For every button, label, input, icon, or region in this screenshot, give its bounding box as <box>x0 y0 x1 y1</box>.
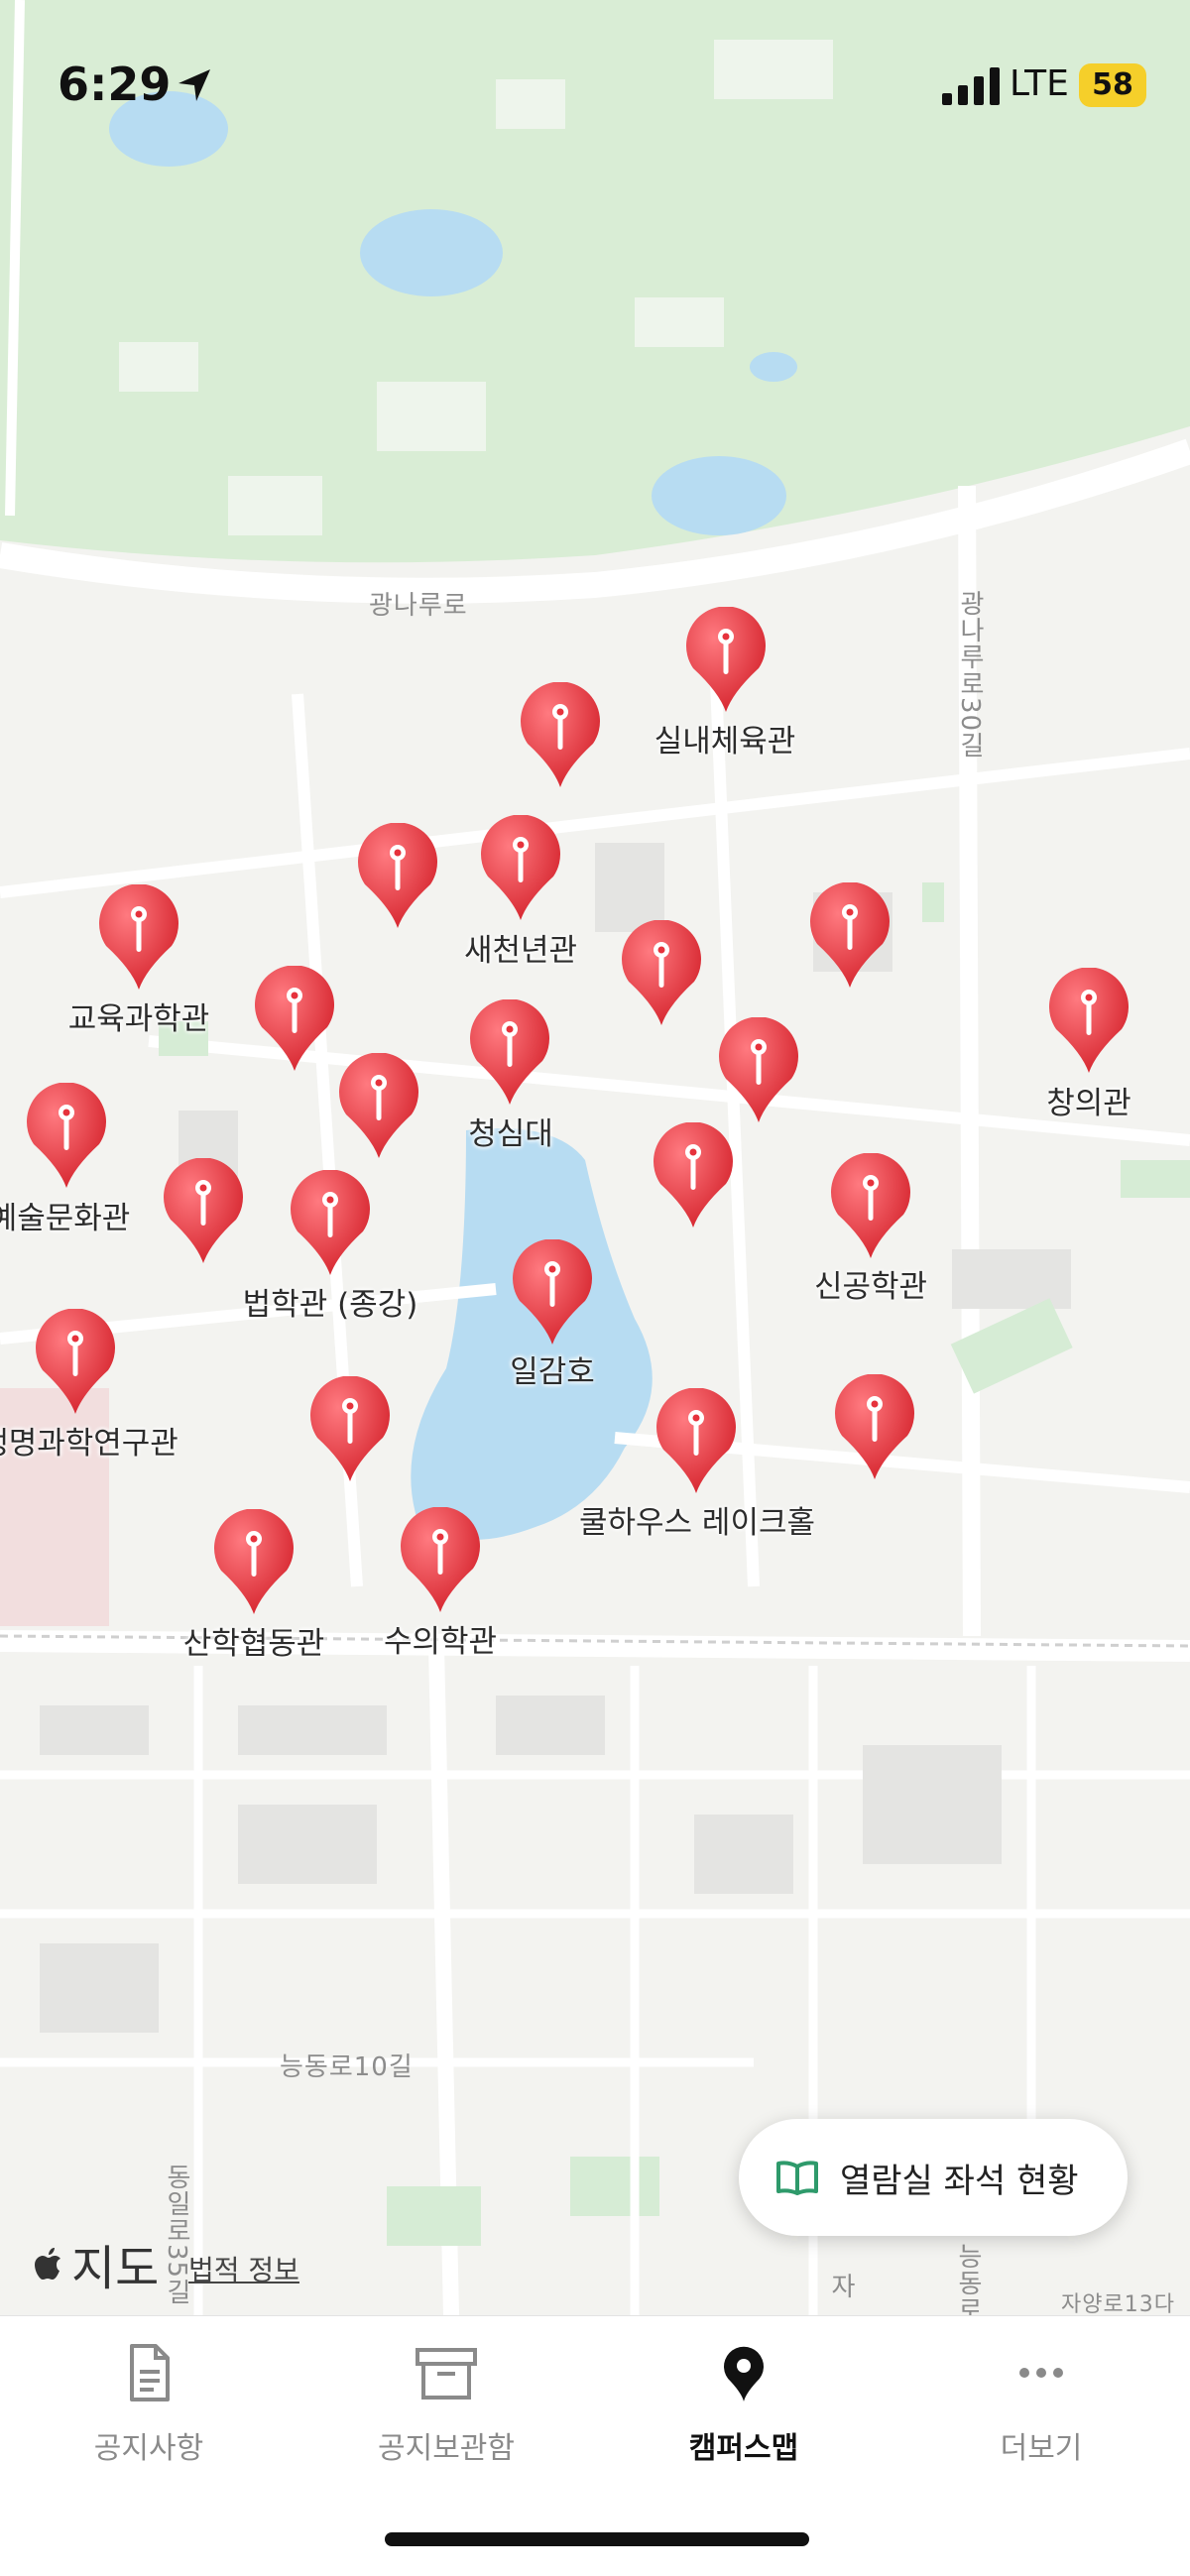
document-icon <box>130 2344 170 2401</box>
map-pin-engineering[interactable] <box>826 1153 915 1262</box>
network-type: LTE <box>1010 63 1069 104</box>
home-indicator[interactable] <box>385 2532 809 2546</box>
map-pin-cheongsimdae[interactable] <box>465 999 554 1109</box>
map-pin[interactable] <box>250 966 339 1075</box>
pin-label-ilgamho: 일감호 <box>510 1354 595 1390</box>
cellular-signal-icon <box>942 67 1000 105</box>
map-pin-veterinary[interactable] <box>396 1507 485 1616</box>
map-pin-life-science[interactable] <box>31 1309 120 1418</box>
tab-notice-archive[interactable]: 공지보관함 <box>347 2338 545 2467</box>
tab-more[interactable]: 더보기 <box>942 2338 1140 2467</box>
map-pin[interactable] <box>714 1017 803 1126</box>
battery-level: 58 <box>1079 63 1146 107</box>
legal-info-link[interactable]: 법적 정보 <box>188 2249 299 2288</box>
more-dots-icon <box>1019 2368 1063 2378</box>
map-pin[interactable] <box>334 1053 423 1162</box>
map-pin-indoor-gym[interactable] <box>681 607 771 716</box>
location-pin-icon <box>724 2346 764 2401</box>
map-pin[interactable] <box>617 920 706 1029</box>
map-pin-arts-culture[interactable] <box>22 1083 111 1192</box>
pin-label-education-science: 교육과학관 <box>67 1001 210 1037</box>
road-label-neungdong10: 능동로10길 <box>280 2052 414 2082</box>
pin-label-industry-academic: 산학협동관 <box>182 1626 325 1662</box>
tab-notice-archive-label: 공지보관함 <box>378 2431 515 2466</box>
pin-label-changui: 창의관 <box>1046 1086 1131 1121</box>
book-icon <box>776 2161 818 2195</box>
tab-campus-map[interactable]: 캠퍼스맵 <box>645 2338 843 2467</box>
road-label-jayang13: 자양로13다 <box>1061 2292 1175 2315</box>
map-pin[interactable] <box>830 1374 919 1483</box>
road-label-neungdong43: 능동로43길 <box>953 2243 983 2315</box>
tab-campus-map-label: 캠퍼스맵 <box>688 2431 799 2466</box>
road-label-gwangnaru30: 광나루로30길 <box>955 590 985 760</box>
pin-label-engineering: 신공학관 <box>813 1269 928 1305</box>
map-pin[interactable] <box>649 1122 738 1231</box>
status-bar: 6:29 LTE 58 <box>0 0 1190 139</box>
road-label-gwangnaru: 광나루로 <box>369 591 468 621</box>
map-pin[interactable] <box>516 682 605 791</box>
maps-word: 지도 <box>71 2241 160 2296</box>
map-pin[interactable] <box>305 1376 395 1485</box>
map-pin-cool-house[interactable] <box>652 1388 741 1497</box>
pin-label-cool-house: 쿨하우스 레이크홀 <box>578 1505 816 1541</box>
tab-notices-label: 공지사항 <box>93 2431 204 2466</box>
campus-map[interactable]: 광나루로 광나루로30길 능동로10길 동일로35길 능동로43길 자양로13다… <box>0 0 1190 2315</box>
pin-label-law: 법학관 (종강) <box>242 1287 418 1323</box>
map-pin[interactable] <box>159 1158 248 1267</box>
maps-attribution: 지도 <box>32 2229 159 2298</box>
map-pin-new-millennium[interactable] <box>476 815 565 924</box>
pin-label-veterinary: 수의학관 <box>383 1624 498 1660</box>
archive-box-icon <box>416 2348 477 2400</box>
pin-label-cheongsimdae: 청심대 <box>468 1116 553 1152</box>
pin-label-life-science: 생명과학연구관 <box>0 1426 178 1462</box>
map-pin-ilgamho[interactable] <box>508 1239 597 1348</box>
map-pin-law[interactable] <box>286 1170 375 1279</box>
pin-label-arts-culture: 예술문화관 <box>0 1201 131 1236</box>
pin-label-new-millennium: 새천년관 <box>463 933 578 969</box>
pin-label-indoor-gym: 실내체육관 <box>654 724 796 760</box>
map-pin[interactable] <box>805 882 894 992</box>
location-arrow-icon <box>178 69 210 101</box>
tab-notices[interactable]: 공지사항 <box>50 2338 248 2467</box>
map-pin-industry-academic[interactable] <box>209 1509 298 1618</box>
status-time: 6:29 <box>58 58 172 111</box>
reading-room-status-label: 열람실 좌석 현황 <box>840 2161 1079 2201</box>
map-pin-education-science[interactable] <box>94 884 183 994</box>
reading-room-status-button[interactable]: 열람실 좌석 현황 <box>739 2119 1128 2236</box>
tab-more-label: 더보기 <box>1000 2431 1083 2466</box>
map-pin-changui[interactable] <box>1044 968 1133 1077</box>
map-pin[interactable] <box>353 823 442 932</box>
apple-logo-icon <box>35 2248 60 2280</box>
road-label-ja: 자 <box>826 2273 856 2299</box>
